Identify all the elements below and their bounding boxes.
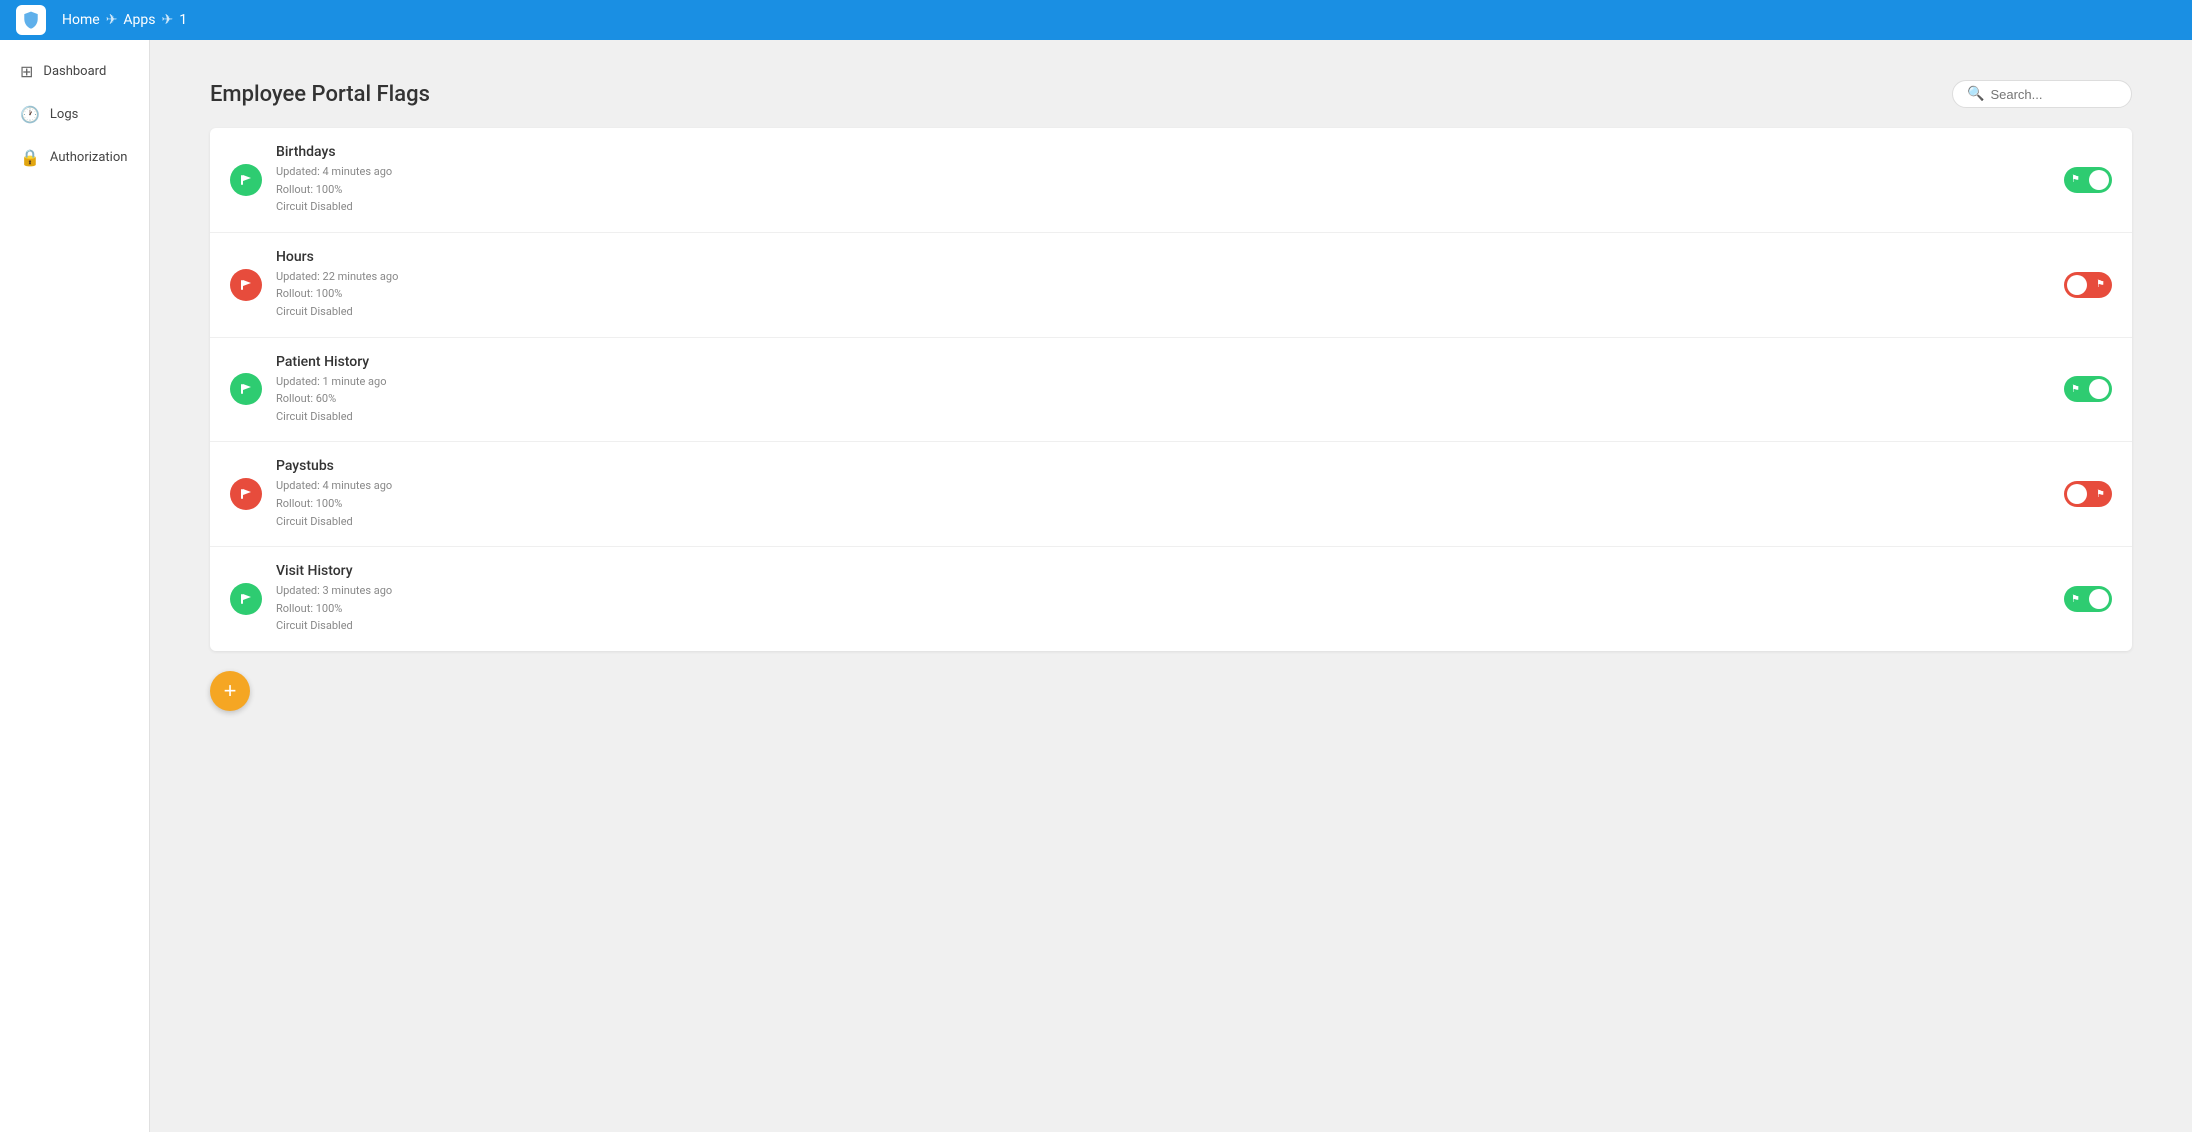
breadcrumb-home[interactable]: Home <box>62 12 100 28</box>
flag-name: Hours <box>276 249 2050 265</box>
sidebar-item-logs[interactable]: 🕐 Logs <box>4 95 145 134</box>
logo <box>16 5 46 35</box>
flag-toggle[interactable]: ⚑ <box>2064 376 2112 402</box>
flag-status-icon <box>230 373 262 405</box>
toggle-thumb <box>2067 275 2087 295</box>
sidebar-item-authorization-label: Authorization <box>50 150 128 165</box>
main-content: Employee Portal Flags 🔍 Birthdays Update… <box>150 40 2192 1132</box>
flag-row: Visit History Updated: 3 minutes agoRoll… <box>210 547 2132 651</box>
flag-name: Patient History <box>276 354 2050 370</box>
page-title: Employee Portal Flags <box>210 82 430 107</box>
breadcrumb: Home ✈ Apps ✈ 1 <box>62 12 187 28</box>
search-input[interactable] <box>1990 87 2117 102</box>
sidebar-item-logs-label: Logs <box>50 107 78 122</box>
toggle-flag-icon: ⚑ <box>2071 594 2080 605</box>
toggle-thumb <box>2089 379 2109 399</box>
top-nav: Home ✈ Apps ✈ 1 <box>0 0 2192 40</box>
flag-meta: Updated: 4 minutes agoRollout: 100%Circu… <box>276 477 2050 530</box>
toggle-thumb <box>2089 589 2109 609</box>
flag-info: Paystubs Updated: 4 minutes agoRollout: … <box>276 458 2050 530</box>
flag-status-icon <box>230 478 262 510</box>
breadcrumb-arrow-1: ✈ <box>106 12 118 28</box>
flag-toggle[interactable]: ⚑ <box>2064 167 2112 193</box>
flag-meta: Updated: 3 minutes agoRollout: 100%Circu… <box>276 582 2050 635</box>
breadcrumb-id: 1 <box>179 12 187 28</box>
flag-row: Patient History Updated: 1 minute agoRol… <box>210 338 2132 443</box>
flag-info: Patient History Updated: 1 minute agoRol… <box>276 354 2050 426</box>
flag-meta: Updated: 4 minutes agoRollout: 100%Circu… <box>276 163 2050 216</box>
toggle-track[interactable]: ⚑ <box>2064 586 2112 612</box>
flag-row: Paystubs Updated: 4 minutes agoRollout: … <box>210 442 2132 547</box>
logs-icon: 🕐 <box>20 105 40 124</box>
flag-meta: Updated: 22 minutes agoRollout: 100%Circ… <box>276 268 2050 321</box>
sidebar-item-dashboard[interactable]: ⊞ Dashboard <box>4 52 145 91</box>
dashboard-icon: ⊞ <box>20 62 33 81</box>
toggle-flag-icon: ⚑ <box>2071 384 2080 395</box>
flag-status-icon <box>230 583 262 615</box>
toggle-track[interactable]: ⚑ <box>2064 272 2112 298</box>
flag-name: Visit History <box>276 563 2050 579</box>
toggle-flag-icon: ⚑ <box>2096 489 2105 500</box>
authorization-icon: 🔒 <box>20 148 40 167</box>
flag-info: Hours Updated: 22 minutes agoRollout: 10… <box>276 249 2050 321</box>
toggle-thumb <box>2089 170 2109 190</box>
flag-name: Birthdays <box>276 144 2050 160</box>
flag-name: Paystubs <box>276 458 2050 474</box>
toggle-track[interactable]: ⚑ <box>2064 481 2112 507</box>
flag-list: Birthdays Updated: 4 minutes agoRollout:… <box>210 128 2132 651</box>
flag-info: Birthdays Updated: 4 minutes agoRollout:… <box>276 144 2050 216</box>
toggle-flag-icon: ⚑ <box>2096 279 2105 290</box>
sidebar-item-authorization[interactable]: 🔒 Authorization <box>4 138 145 177</box>
flag-toggle[interactable]: ⚑ <box>2064 481 2112 507</box>
page-header: Employee Portal Flags 🔍 <box>210 80 2132 108</box>
toggle-track[interactable]: ⚑ <box>2064 167 2112 193</box>
sidebar-item-dashboard-label: Dashboard <box>43 64 106 79</box>
toggle-flag-icon: ⚑ <box>2071 174 2080 185</box>
search-icon: 🔍 <box>1967 86 1984 102</box>
toggle-track[interactable]: ⚑ <box>2064 376 2112 402</box>
flag-toggle[interactable]: ⚑ <box>2064 272 2112 298</box>
flag-status-icon <box>230 164 262 196</box>
breadcrumb-apps[interactable]: Apps <box>123 12 155 28</box>
search-box[interactable]: 🔍 <box>1952 80 2132 108</box>
flag-status-icon <box>230 269 262 301</box>
flag-toggle[interactable]: ⚑ <box>2064 586 2112 612</box>
add-flag-button[interactable]: + <box>210 671 250 711</box>
flag-row: Birthdays Updated: 4 minutes agoRollout:… <box>210 128 2132 233</box>
toggle-thumb <box>2067 484 2087 504</box>
breadcrumb-arrow-2: ✈ <box>162 12 174 28</box>
flag-row: Hours Updated: 22 minutes agoRollout: 10… <box>210 233 2132 338</box>
flag-meta: Updated: 1 minute agoRollout: 60%Circuit… <box>276 373 2050 426</box>
sidebar: ⊞ Dashboard 🕐 Logs 🔒 Authorization <box>0 40 150 1132</box>
flag-info: Visit History Updated: 3 minutes agoRoll… <box>276 563 2050 635</box>
